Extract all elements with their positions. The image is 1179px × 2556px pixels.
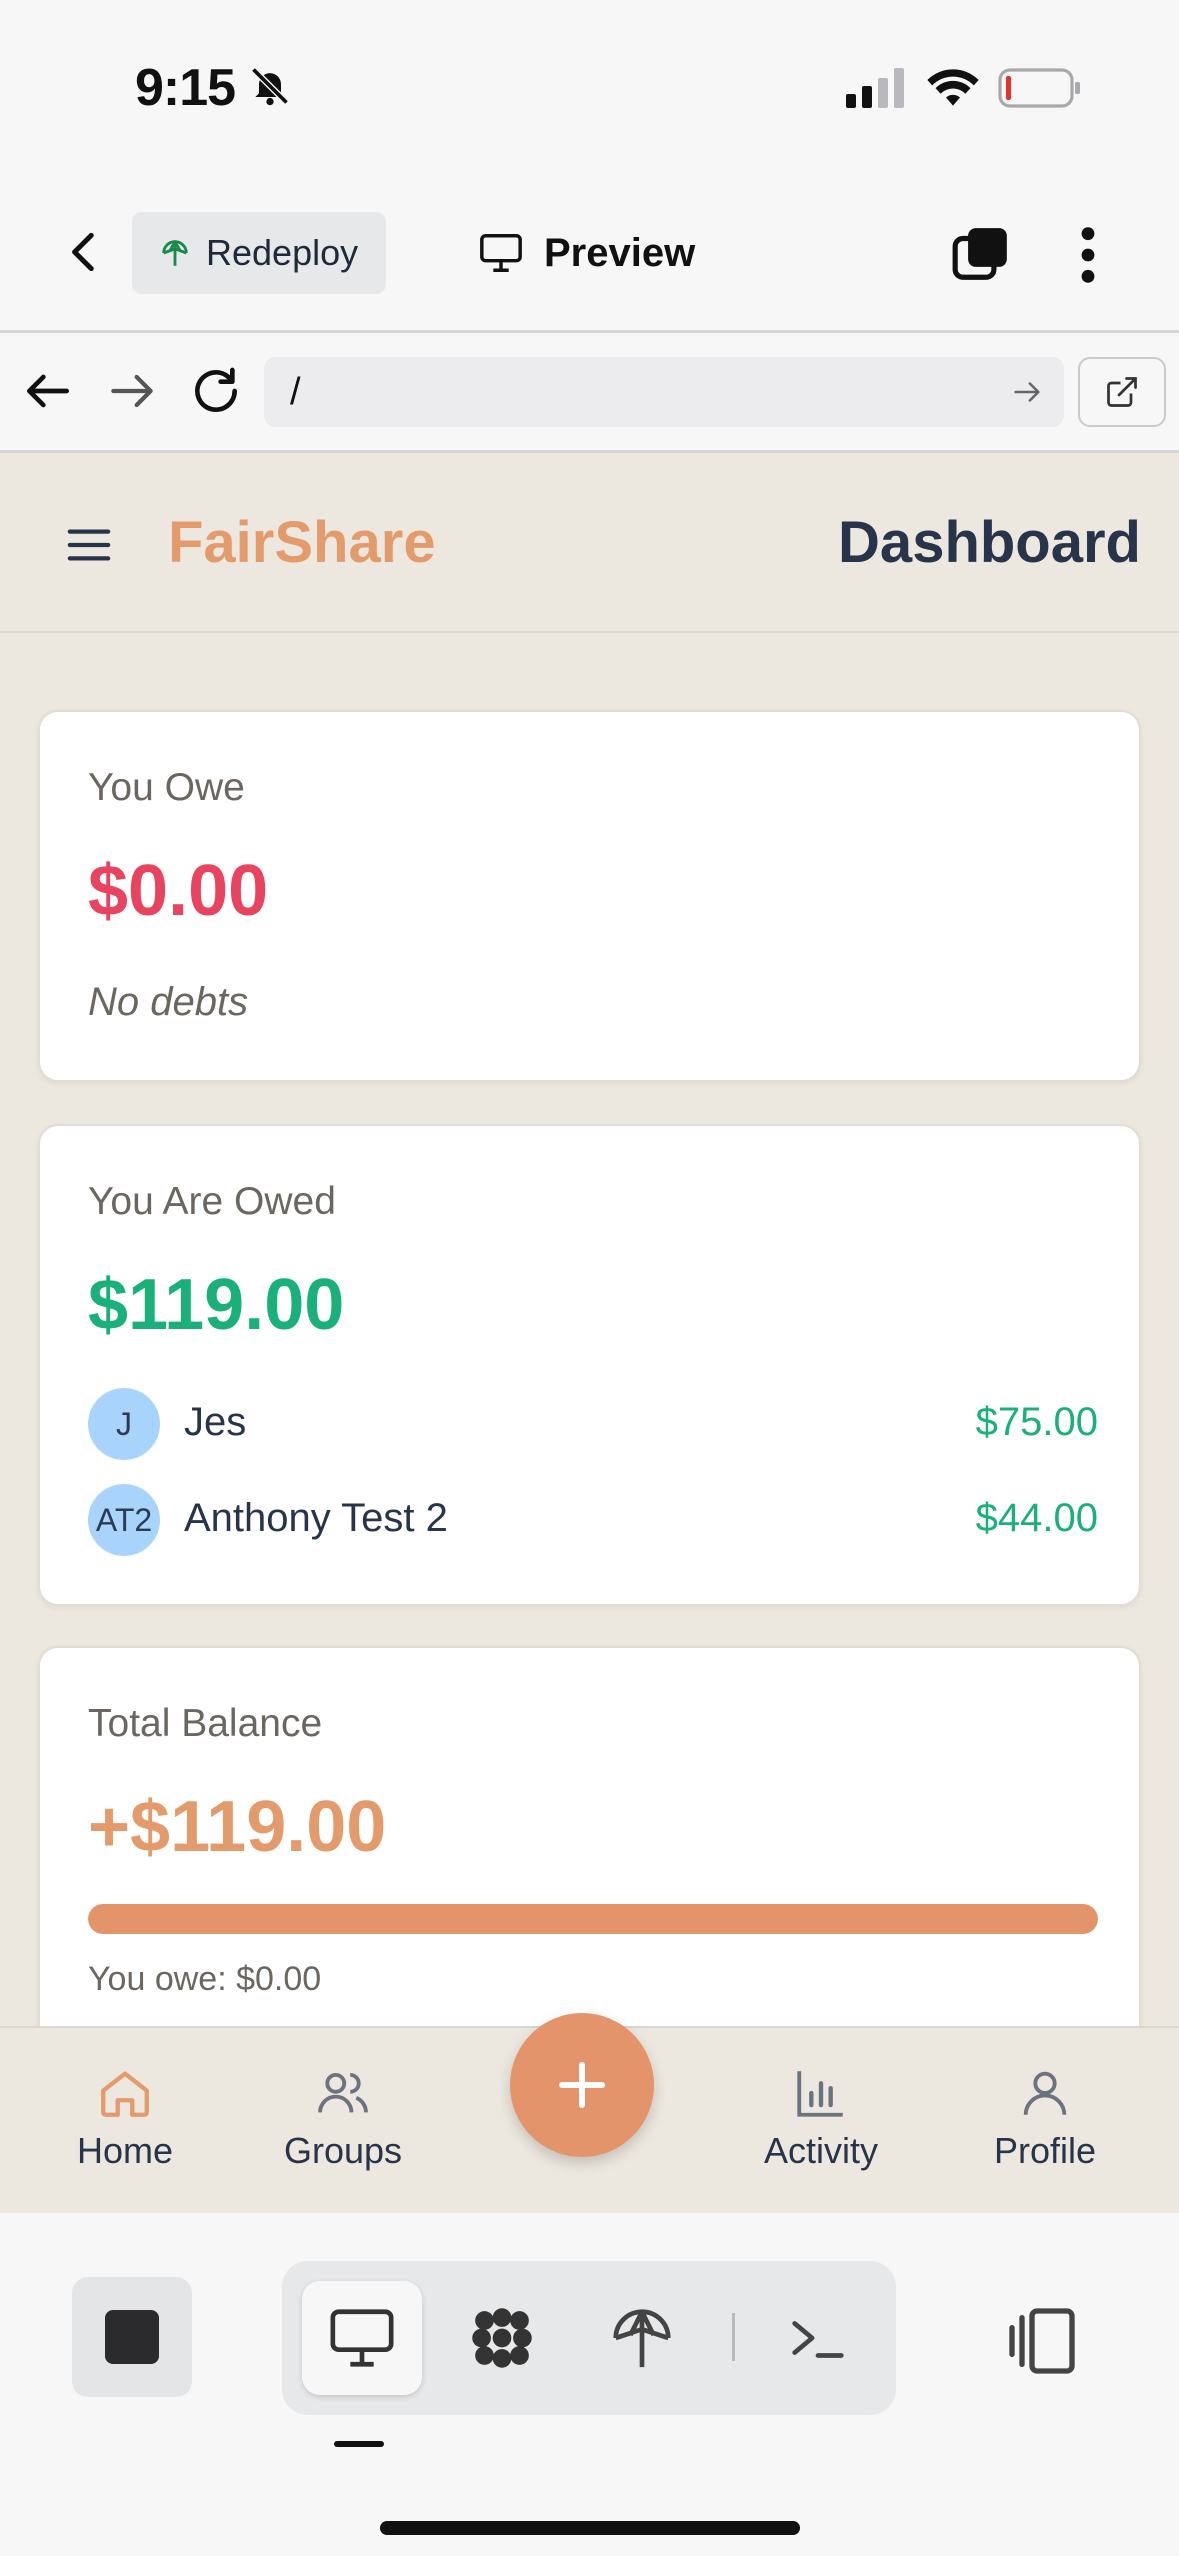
- person-name: Jes: [184, 1400, 247, 1444]
- hamburger-menu-icon[interactable]: [66, 525, 112, 565]
- users-icon: [318, 2072, 368, 2113]
- tabs-icon[interactable]: [950, 223, 1012, 285]
- nav-profile[interactable]: Profile: [950, 2064, 1140, 2172]
- app-toolbar: Redeploy Preview: [0, 175, 1179, 330]
- deploy-icon: [613, 2309, 671, 2368]
- total-balance-amount: +$119.00: [88, 1787, 387, 1867]
- you-owe-summary: You owe: $0.00: [88, 1960, 322, 1998]
- deploy-view-button[interactable]: [582, 2281, 702, 2395]
- battery-icon: [998, 68, 1080, 108]
- nav-home-label: Home: [76, 2130, 174, 2171]
- web-preview: FairShare Dashboard You Owe $0.00 No deb…: [0, 453, 1179, 2213]
- add-expense-button[interactable]: [510, 2013, 654, 2157]
- you-owe-label: You Owe: [88, 766, 245, 809]
- back-chevron-icon[interactable]: [60, 227, 110, 277]
- you-are-owed-label: You Are Owed: [88, 1180, 336, 1223]
- you-are-owed-card: You Are Owed $119.00 J Jes $75.00 AT2 An…: [38, 1124, 1141, 1606]
- silent-bell-icon: [251, 67, 289, 106]
- person-owed-amount: $75.00: [975, 1400, 1098, 1444]
- owed-person-row[interactable]: J Jes $75.00: [88, 1388, 1098, 1460]
- more-options-icon[interactable]: [1068, 223, 1108, 287]
- avatar: J: [88, 1388, 160, 1460]
- stop-button[interactable]: [72, 2277, 192, 2397]
- url-input[interactable]: /: [264, 357, 1064, 427]
- agent-icon: [472, 2308, 532, 2368]
- preview-label: Preview: [544, 230, 696, 275]
- redeploy-button[interactable]: Redeploy: [132, 212, 386, 294]
- terminal-icon: [792, 2321, 844, 2358]
- preview-tab[interactable]: Preview: [478, 223, 695, 283]
- agent-view-button[interactable]: [442, 2281, 562, 2395]
- nav-activity-label: Activity: [763, 2130, 878, 2171]
- dev-toolbar: [0, 2213, 1179, 2556]
- view-switcher: [282, 2261, 896, 2415]
- preview-view-button[interactable]: [302, 2281, 422, 2395]
- you-owe-amount: $0.00: [88, 851, 269, 931]
- plus-icon: [559, 2062, 605, 2108]
- person-name: Anthony Test 2: [184, 1496, 448, 1540]
- status-bar: 9:15: [0, 0, 1179, 175]
- you-owe-card: You Owe $0.00 No debts: [38, 710, 1141, 1082]
- wifi-icon: [927, 69, 979, 106]
- back-arrow-icon[interactable]: [20, 363, 76, 419]
- stop-icon: [105, 2310, 159, 2364]
- bar-chart-icon: [797, 2071, 843, 2117]
- nav-home[interactable]: Home: [30, 2064, 220, 2172]
- status-time: 9:15: [135, 59, 236, 117]
- home-icon: [101, 2071, 149, 2117]
- shell-view-button[interactable]: [758, 2281, 878, 2395]
- person-owed-amount: $44.00: [975, 1496, 1098, 1540]
- nav-groups-label: Groups: [283, 2130, 403, 2171]
- app-header: FairShare Dashboard: [0, 453, 1179, 633]
- no-debts-note: No debts: [88, 980, 249, 1024]
- cellular-signal-icon: [846, 68, 904, 108]
- go-arrow-icon[interactable]: [1010, 375, 1044, 409]
- open-external-button[interactable]: [1078, 357, 1166, 427]
- total-balance-label: Total Balance: [88, 1702, 323, 1745]
- brand-logo-text[interactable]: FairShare: [168, 509, 436, 576]
- you-are-owed-amount: $119.00: [88, 1265, 345, 1345]
- home-indicator: [380, 2521, 800, 2535]
- separator: [732, 2313, 735, 2361]
- page-title: Dashboard: [838, 510, 1141, 575]
- balance-progress-fill: [88, 1904, 1098, 1934]
- redeploy-label: Redeploy: [206, 232, 359, 273]
- avatar: AT2: [88, 1484, 160, 1556]
- browser-bar: /: [0, 333, 1179, 450]
- owed-person-row[interactable]: AT2 Anthony Test 2 $44.00: [88, 1484, 1098, 1556]
- nav-groups[interactable]: Groups: [248, 2064, 438, 2172]
- forward-arrow-icon[interactable]: [104, 363, 160, 419]
- active-view-indicator: [334, 2441, 384, 2447]
- balance-progress-bar: [88, 1904, 1098, 1934]
- reload-icon[interactable]: [188, 363, 244, 419]
- user-icon: [1023, 2071, 1067, 2115]
- external-link-icon: [1107, 377, 1137, 407]
- url-text: /: [290, 371, 301, 413]
- deploy-icon: [162, 240, 188, 266]
- monitor-icon: [330, 2309, 394, 2367]
- monitor-icon: [480, 234, 522, 272]
- layout-toggle-icon[interactable]: [1002, 2301, 1082, 2381]
- nav-profile-label: Profile: [993, 2130, 1097, 2171]
- nav-activity[interactable]: Activity: [726, 2064, 916, 2172]
